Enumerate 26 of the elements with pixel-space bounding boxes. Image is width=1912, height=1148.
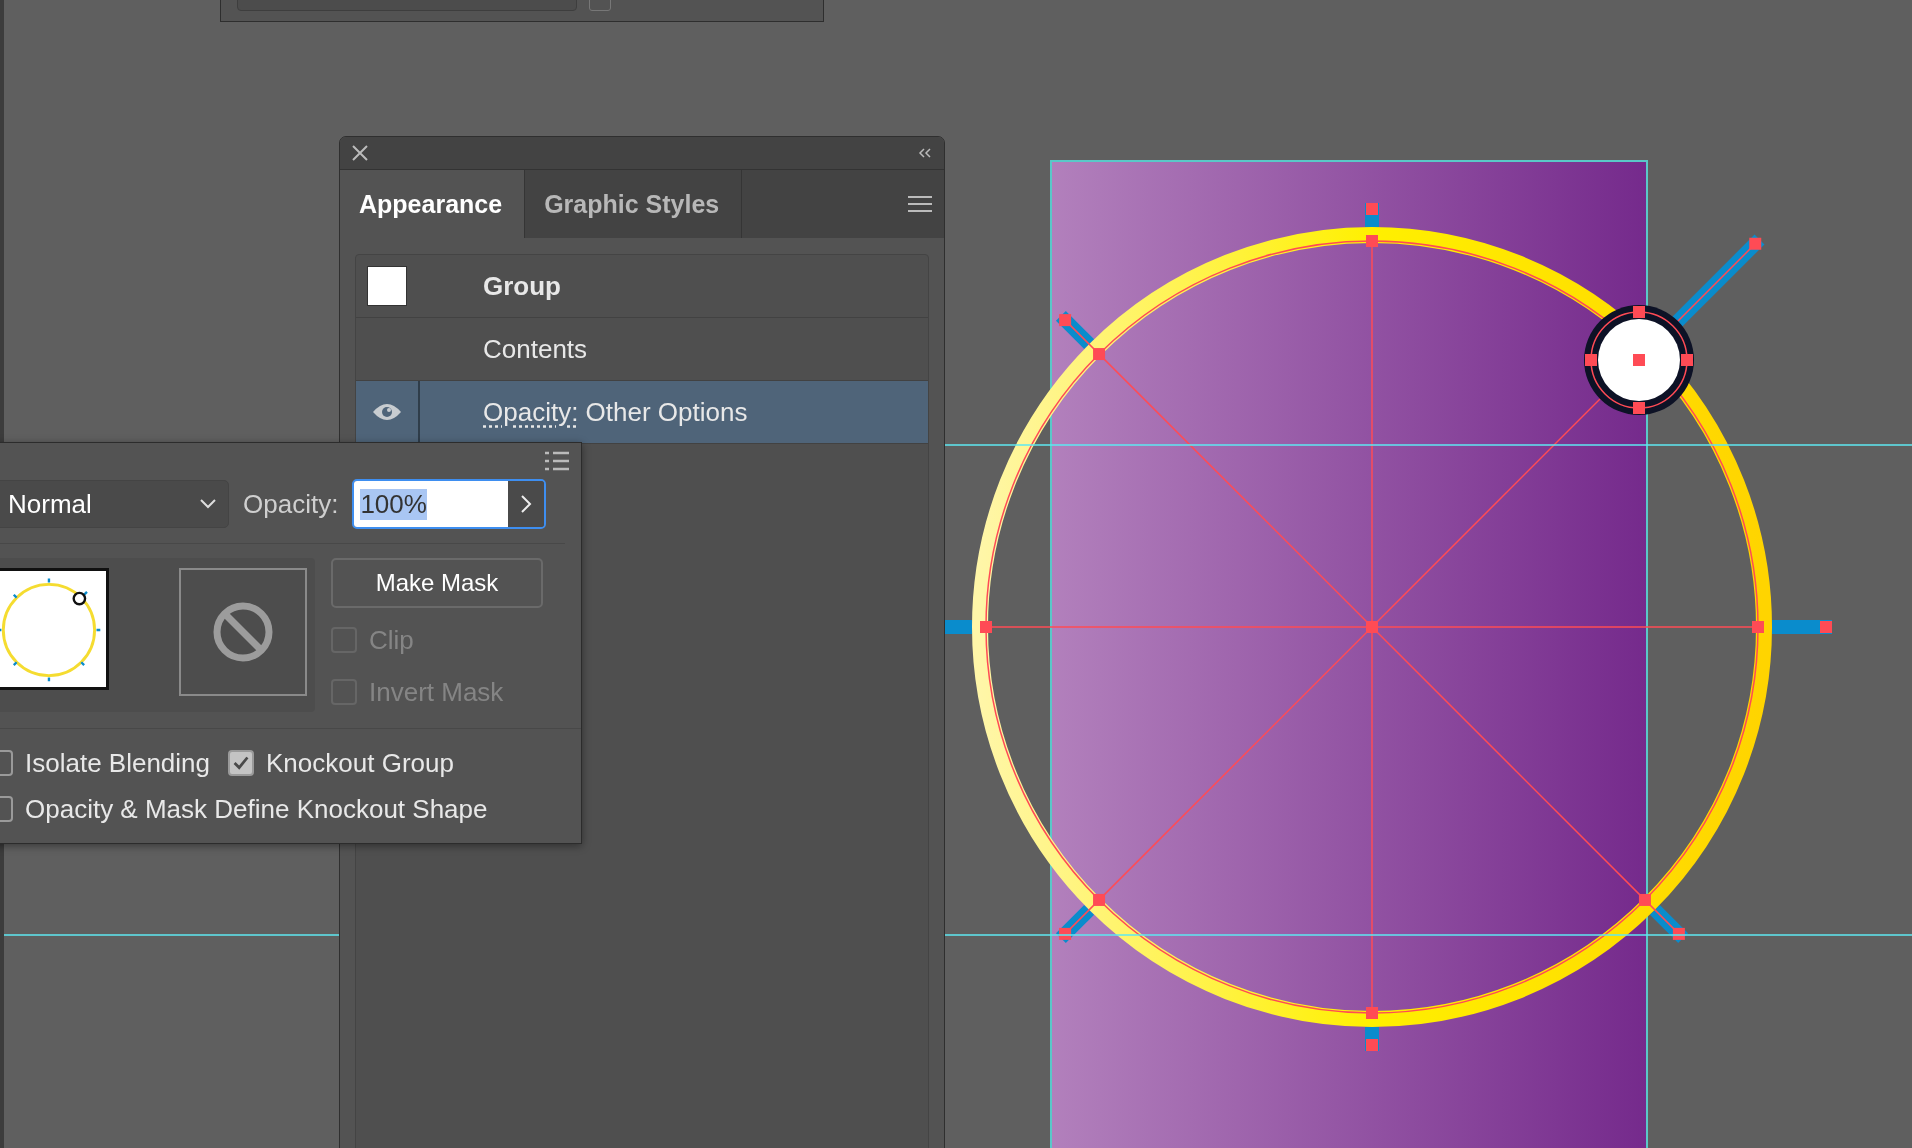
appearance-row[interactable]: Opacity: Other Options [356,381,928,444]
eye-icon[interactable] [372,402,402,422]
opacity-label: Opacity: [243,488,339,520]
no-sign-icon [212,601,274,663]
blend-mode-dropdown[interactable]: Normal [0,480,229,528]
make-mask-button[interactable]: Make Mask [331,558,543,608]
checkbox-label[interactable]: Opacity & Mask Define Knockout Shape [25,793,488,825]
list-options-icon[interactable] [545,451,569,471]
chevron-right-icon[interactable] [508,481,545,527]
close-icon[interactable] [352,145,368,161]
appearance-row[interactable]: Group [356,255,928,318]
collapse-icon[interactable] [918,148,932,158]
checkbox-label[interactable]: Knockout Group [266,747,454,779]
mask-thumbnail[interactable] [179,568,307,696]
checkbox[interactable] [228,750,255,776]
menu-icon[interactable] [908,195,932,213]
row-label: Opacity: Other Options [483,396,748,428]
row-label: Contents [483,333,588,365]
panel-tab[interactable]: Appearance [340,170,526,238]
chevron-down-icon [200,499,216,509]
checkbox-label[interactable]: Isolate Blending [25,747,211,779]
row-label: Group [483,270,561,302]
color-swatch[interactable] [367,266,407,306]
opacity-field[interactable]: 100% [352,479,547,529]
artwork-thumbnail[interactable] [0,568,109,690]
panel-tab[interactable]: Graphic Styles [525,170,743,238]
